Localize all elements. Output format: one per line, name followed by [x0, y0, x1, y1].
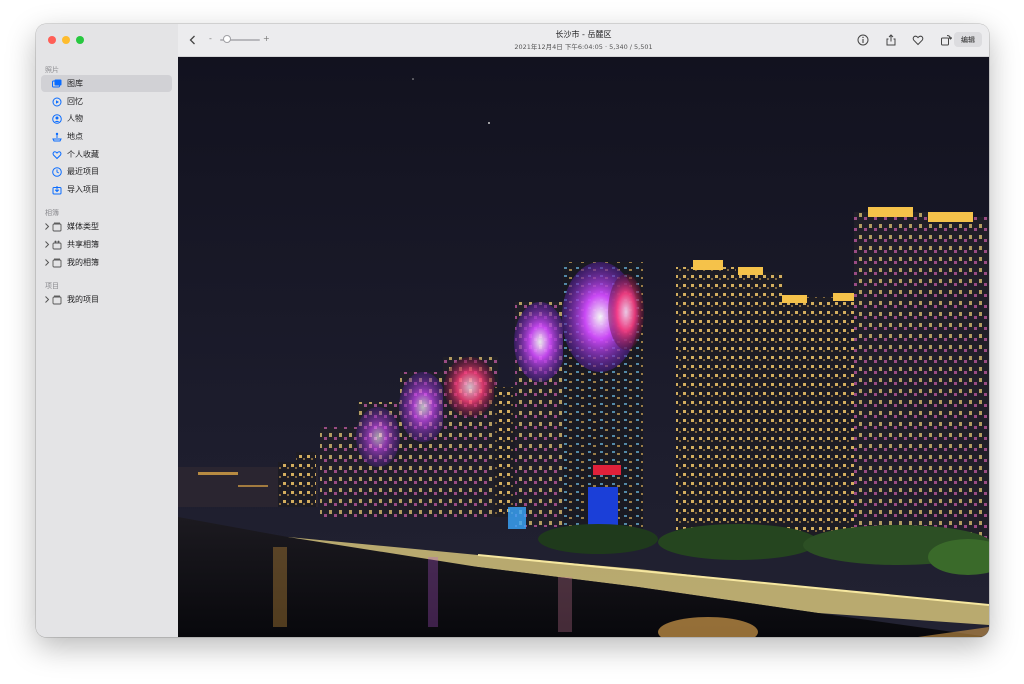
- sidebar-item-label: 媒体类型: [67, 222, 99, 231]
- section-label-projects: 项目: [45, 282, 59, 290]
- sidebar-item-imports[interactable]: 导入项目: [41, 181, 172, 198]
- night-city-photo: [178, 57, 989, 637]
- sidebar-item-label: 图库: [67, 79, 83, 88]
- chevron-right-icon[interactable]: [44, 240, 50, 249]
- edit-button[interactable]: 编辑: [954, 32, 982, 47]
- sidebar-item-label: 最近项目: [67, 167, 99, 176]
- shared-folder-icon: [52, 240, 62, 250]
- library-icon: [52, 79, 62, 89]
- sidebar-item-places[interactable]: 地点: [41, 128, 172, 145]
- sidebar-item-media-types[interactable]: 媒体类型: [41, 218, 172, 235]
- section-label-albums: 相簿: [45, 209, 59, 217]
- sidebar-item-library[interactable]: 图库: [41, 75, 172, 92]
- sidebar-item-recents[interactable]: 最近项目: [41, 163, 172, 180]
- info-icon: [857, 34, 869, 46]
- chevron-right-icon[interactable]: [44, 258, 50, 267]
- photo-viewer[interactable]: [178, 57, 989, 637]
- sidebar-item-people[interactable]: 人物: [41, 110, 172, 127]
- heart-icon: [912, 35, 924, 46]
- people-icon: [52, 113, 62, 124]
- sidebar-item-label: 个人收藏: [67, 150, 99, 159]
- folder-icon: [52, 295, 62, 305]
- share-icon: [886, 34, 896, 46]
- sidebar-item-my-projects[interactable]: 我的项目: [41, 291, 172, 308]
- sidebar-item-my-albums[interactable]: 我的相簿: [41, 254, 172, 271]
- chevron-right-icon[interactable]: [44, 295, 50, 304]
- sidebar-item-shared-albums[interactable]: 共享相簿: [41, 236, 172, 253]
- sidebar-item-label: 导入项目: [67, 185, 99, 194]
- recents-icon: [52, 166, 62, 177]
- close-window-button[interactable]: [48, 36, 56, 44]
- folder-icon: [52, 222, 62, 232]
- sidebar-item-label: 我的相簿: [67, 258, 99, 267]
- memories-icon: [52, 97, 62, 107]
- share-button[interactable]: [884, 33, 898, 47]
- favorite-button[interactable]: [911, 33, 925, 47]
- section-label-photos: 照片: [45, 66, 59, 74]
- rotate-icon: [941, 35, 952, 46]
- folder-icon: [52, 258, 62, 268]
- sidebar: 照片 图库 回忆 人物 地点 个人收藏 最近项目 导入项目 相簿 媒体类型 共享…: [36, 24, 179, 637]
- info-button[interactable]: [856, 33, 870, 47]
- window-controls: [48, 36, 84, 44]
- toolbar: - + 长沙市 - 岳麓区 2021年12月4日 下午6:04:05 · 5,3…: [178, 24, 989, 57]
- zoom-window-button[interactable]: [76, 36, 84, 44]
- sidebar-item-label: 回忆: [67, 97, 83, 106]
- places-icon: [52, 132, 62, 142]
- photos-window: 照片 图库 回忆 人物 地点 个人收藏 最近项目 导入项目 相簿 媒体类型 共享…: [36, 24, 989, 637]
- rotate-button[interactable]: [939, 33, 953, 47]
- sidebar-item-label: 共享相簿: [67, 240, 99, 249]
- imports-icon: [52, 185, 62, 195]
- sidebar-item-favorites[interactable]: 个人收藏: [41, 146, 172, 163]
- sidebar-item-memories[interactable]: 回忆: [41, 93, 172, 110]
- sidebar-item-label: 地点: [67, 132, 83, 141]
- favorites-icon: [52, 150, 62, 160]
- sidebar-item-label: 我的项目: [67, 295, 99, 304]
- sidebar-item-label: 人物: [67, 114, 83, 123]
- minimize-window-button[interactable]: [62, 36, 70, 44]
- chevron-right-icon[interactable]: [44, 222, 50, 231]
